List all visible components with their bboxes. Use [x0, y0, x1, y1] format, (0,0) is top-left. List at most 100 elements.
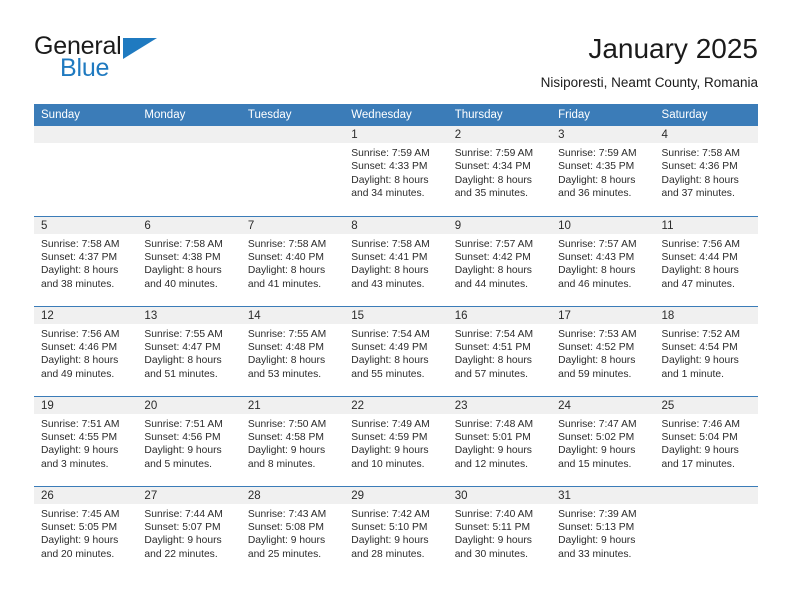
daylight-text-cont: and 46 minutes. — [558, 278, 632, 290]
day-sun-info: Sunrise: 7:46 AM Sunset: 5:04 PM Daylight:… — [655, 414, 758, 472]
daylight-text: Daylight: 9 hours — [454, 535, 532, 547]
sunset-text: Sunset: 4:52 PM — [558, 341, 635, 353]
day-number: 13 — [137, 306, 241, 324]
day-number: 28 — [240, 486, 345, 504]
daylight-text-cont: and 34 minutes. — [351, 188, 425, 200]
weekday-header-tuesday: Tuesday — [240, 104, 345, 126]
day-sun-info: Sunrise: 7:58 AM Sunset: 4:40 PM Daylight:… — [241, 234, 344, 292]
day-sun-info: Sunrise: 7:58 AM Sunset: 4:38 PM Daylight:… — [137, 234, 240, 292]
daylight-text: Daylight: 8 hours — [558, 265, 636, 277]
daylight-text-cont: and 37 minutes. — [661, 188, 735, 200]
daylight-text: Daylight: 9 hours — [351, 445, 429, 457]
calendar-day-cell[interactable]: 7 Sunrise: 7:58 AM Sunset: 4:40 PM Daylight… — [240, 215, 345, 306]
general-blue-logo[interactable]: General Blue — [34, 34, 234, 90]
calendar-day-cell[interactable]: 17 Sunrise: 7:53 AM Sunset: 4:52 PM Dayligh… — [551, 305, 655, 396]
calendar-day-cell[interactable]: 14 Sunrise: 7:55 AM Sunset: 4:48 PM Dayligh… — [240, 305, 345, 396]
sunset-text: Sunset: 4:54 PM — [661, 341, 738, 353]
daylight-text-cont: and 49 minutes. — [41, 368, 115, 380]
calendar-day-cell[interactable]: 6 Sunrise: 7:58 AM Sunset: 4:38 PM Daylight… — [137, 215, 241, 306]
daylight-text-cont: and 44 minutes. — [454, 278, 528, 290]
calendar-week-row: 5 Sunrise: 7:58 AM Sunset: 4:37 PM Daylight… — [34, 215, 758, 306]
daylight-text: Daylight: 9 hours — [661, 355, 739, 367]
calendar-day-cell[interactable]: 19 Sunrise: 7:51 AM Sunset: 4:55 PM Dayligh… — [34, 395, 138, 486]
calendar-day-cell[interactable]: 3 Sunrise: 7:59 AM Sunset: 4:35 PM Daylight… — [551, 126, 655, 216]
calendar-day-cell[interactable]: 27 Sunrise: 7:44 AM Sunset: 5:07 PM Dayligh… — [137, 485, 241, 576]
calendar-day-cell-empty — [34, 126, 138, 216]
sunrise-text: Sunrise: 7:50 AM — [247, 418, 327, 430]
daylight-text: Daylight: 8 hours — [661, 174, 739, 186]
calendar-day-cell[interactable]: 13 Sunrise: 7:55 AM Sunset: 4:47 PM Dayligh… — [137, 305, 241, 396]
daylight-text-cont: and 12 minutes. — [454, 458, 528, 470]
sunset-text: Sunset: 4:36 PM — [661, 161, 738, 173]
sunset-text: Sunset: 4:56 PM — [144, 431, 221, 443]
calendar-day-cell[interactable]: 21 Sunrise: 7:50 AM Sunset: 4:58 PM Dayligh… — [240, 395, 345, 486]
calendar-day-cell[interactable]: 20 Sunrise: 7:51 AM Sunset: 4:56 PM Dayligh… — [137, 395, 241, 486]
daylight-text: Daylight: 8 hours — [41, 355, 119, 367]
calendar-day-cell[interactable]: 24 Sunrise: 7:47 AM Sunset: 5:02 PM Dayligh… — [551, 395, 655, 486]
sunrise-text: Sunrise: 7:49 AM — [351, 418, 430, 430]
day-sun-info: Sunrise: 7:49 AM Sunset: 4:59 PM Daylight:… — [344, 414, 447, 472]
weekday-header-sunday: Sunday — [34, 104, 138, 126]
sunrise-text: Sunrise: 7:59 AM — [454, 148, 534, 159]
daylight-text-cont: and 17 minutes. — [661, 458, 735, 470]
day-sun-info: Sunrise: 7:54 AM Sunset: 4:51 PM Daylight:… — [448, 324, 551, 382]
day-number: 20 — [137, 396, 241, 414]
sunrise-text: Sunrise: 7:58 AM — [144, 238, 223, 250]
calendar-day-cell[interactable]: 31 Sunrise: 7:39 AM Sunset: 5:13 PM Dayligh… — [551, 485, 655, 576]
sunrise-text: Sunrise: 7:51 AM — [144, 418, 223, 430]
calendar-day-cell[interactable]: 30 Sunrise: 7:40 AM Sunset: 5:11 PM Dayligh… — [447, 485, 552, 576]
day-sun-info: Sunrise: 7:59 AM Sunset: 4:33 PM Daylight:… — [344, 143, 447, 201]
daylight-text: Daylight: 9 hours — [351, 535, 429, 547]
sunset-text: Sunset: 4:47 PM — [144, 341, 221, 353]
sunset-text: Sunset: 5:05 PM — [41, 521, 118, 533]
sunrise-text: Sunrise: 7:39 AM — [558, 508, 637, 520]
day-number — [240, 126, 345, 143]
sunset-text: Sunset: 4:51 PM — [454, 341, 531, 353]
day-number: 19 — [34, 396, 138, 414]
calendar-day-cell[interactable]: 12 Sunrise: 7:56 AM Sunset: 4:46 PM Dayligh… — [34, 305, 138, 396]
day-number: 25 — [654, 396, 758, 414]
daylight-text-cont: and 25 minutes. — [247, 548, 322, 560]
daylight-text-cont: and 22 minutes. — [144, 548, 218, 560]
calendar-day-cell[interactable]: 23 Sunrise: 7:48 AM Sunset: 5:01 PM Dayligh… — [447, 395, 552, 486]
calendar-day-cell[interactable]: 28 Sunrise: 7:43 AM Sunset: 5:08 PM Dayligh… — [240, 485, 345, 576]
calendar-day-cell[interactable]: 5 Sunrise: 7:58 AM Sunset: 4:37 PM Daylight… — [34, 215, 138, 306]
calendar-day-cell[interactable]: 15 Sunrise: 7:54 AM Sunset: 4:49 PM Dayligh… — [344, 305, 448, 396]
sunset-text: Sunset: 5:07 PM — [144, 521, 221, 533]
daylight-text-cont: and 59 minutes. — [558, 368, 632, 380]
calendar-day-cell[interactable]: 9 Sunrise: 7:57 AM Sunset: 4:42 PM Daylight… — [447, 215, 552, 306]
calendar-day-cell[interactable]: 25 Sunrise: 7:46 AM Sunset: 5:04 PM Dayligh… — [654, 395, 758, 486]
day-number: 22 — [344, 396, 448, 414]
day-sun-info: Sunrise: 7:59 AM Sunset: 4:34 PM Daylight:… — [448, 143, 551, 201]
calendar-day-cell[interactable]: 10 Sunrise: 7:57 AM Sunset: 4:43 PM Dayligh… — [551, 215, 655, 306]
calendar-day-cell[interactable]: 4 Sunrise: 7:58 AM Sunset: 4:36 PM Daylight… — [654, 126, 758, 216]
sunrise-text: Sunrise: 7:55 AM — [144, 328, 223, 340]
calendar-day-cell[interactable]: 26 Sunrise: 7:45 AM Sunset: 5:05 PM Dayligh… — [34, 485, 138, 576]
day-number: 15 — [344, 306, 448, 324]
day-number: 30 — [447, 486, 552, 504]
day-number: 2 — [447, 126, 552, 143]
daylight-text: Daylight: 8 hours — [351, 355, 429, 367]
calendar-day-cell[interactable]: 1 Sunrise: 7:59 AM Sunset: 4:33 PM Daylight… — [344, 126, 448, 216]
daylight-text: Daylight: 8 hours — [247, 355, 326, 367]
sunset-text: Sunset: 4:58 PM — [247, 431, 324, 443]
calendar-day-cell[interactable]: 2 Sunrise: 7:59 AM Sunset: 4:34 PM Daylight… — [447, 126, 552, 216]
daylight-text: Daylight: 8 hours — [661, 265, 739, 277]
day-number: 26 — [34, 486, 138, 504]
day-number — [137, 126, 241, 143]
day-number: 24 — [551, 396, 655, 414]
calendar-day-cell-empty — [137, 126, 241, 216]
calendar-day-cell[interactable]: 8 Sunrise: 7:58 AM Sunset: 4:41 PM Daylight… — [344, 215, 448, 306]
daylight-text-cont: and 53 minutes. — [247, 368, 322, 380]
calendar-day-cell[interactable]: 29 Sunrise: 7:42 AM Sunset: 5:10 PM Dayligh… — [344, 485, 448, 576]
calendar-day-cell[interactable]: 11 Sunrise: 7:56 AM Sunset: 4:44 PM Dayligh… — [654, 215, 758, 306]
sunrise-text: Sunrise: 7:42 AM — [351, 508, 430, 520]
day-number: 16 — [447, 306, 552, 324]
sunset-text: Sunset: 4:34 PM — [454, 161, 531, 173]
weekday-header-saturday: Saturday — [654, 104, 758, 126]
sunrise-text: Sunrise: 7:56 AM — [41, 328, 120, 340]
calendar-day-cell[interactable]: 18 Sunrise: 7:52 AM Sunset: 4:54 PM Dayligh… — [654, 305, 758, 396]
calendar-day-cell[interactable]: 16 Sunrise: 7:54 AM Sunset: 4:51 PM Dayligh… — [447, 305, 552, 396]
daylight-text-cont: and 5 minutes. — [144, 458, 212, 470]
calendar-day-cell[interactable]: 22 Sunrise: 7:49 AM Sunset: 4:59 PM Dayligh… — [344, 395, 448, 486]
